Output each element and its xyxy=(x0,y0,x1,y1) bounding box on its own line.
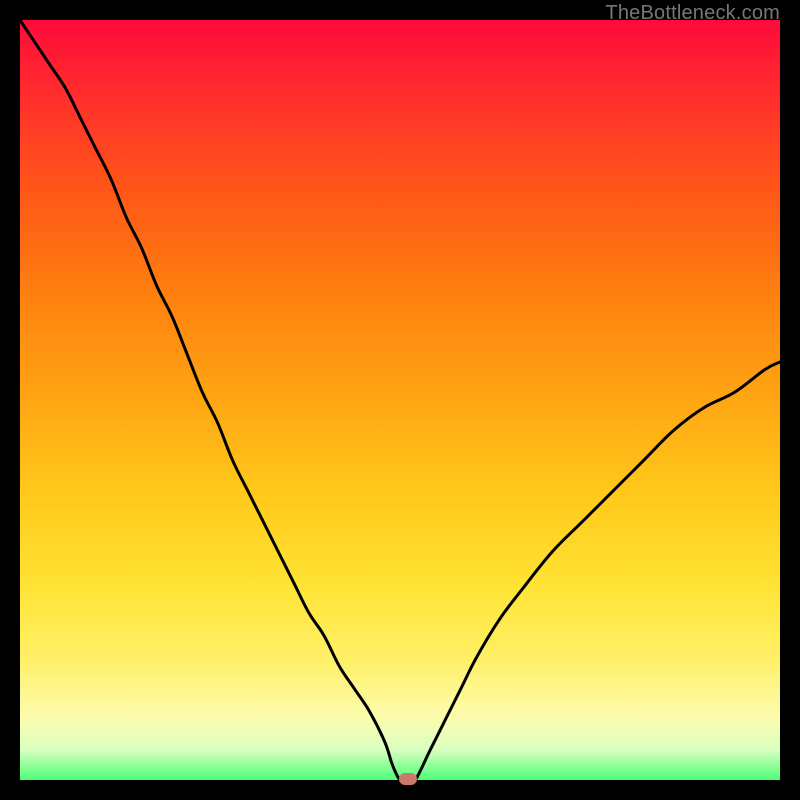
plot-area xyxy=(20,20,780,780)
optimal-point-marker xyxy=(399,773,417,785)
chart-frame: TheBottleneck.com xyxy=(0,0,800,800)
bottleneck-curve xyxy=(20,20,780,780)
